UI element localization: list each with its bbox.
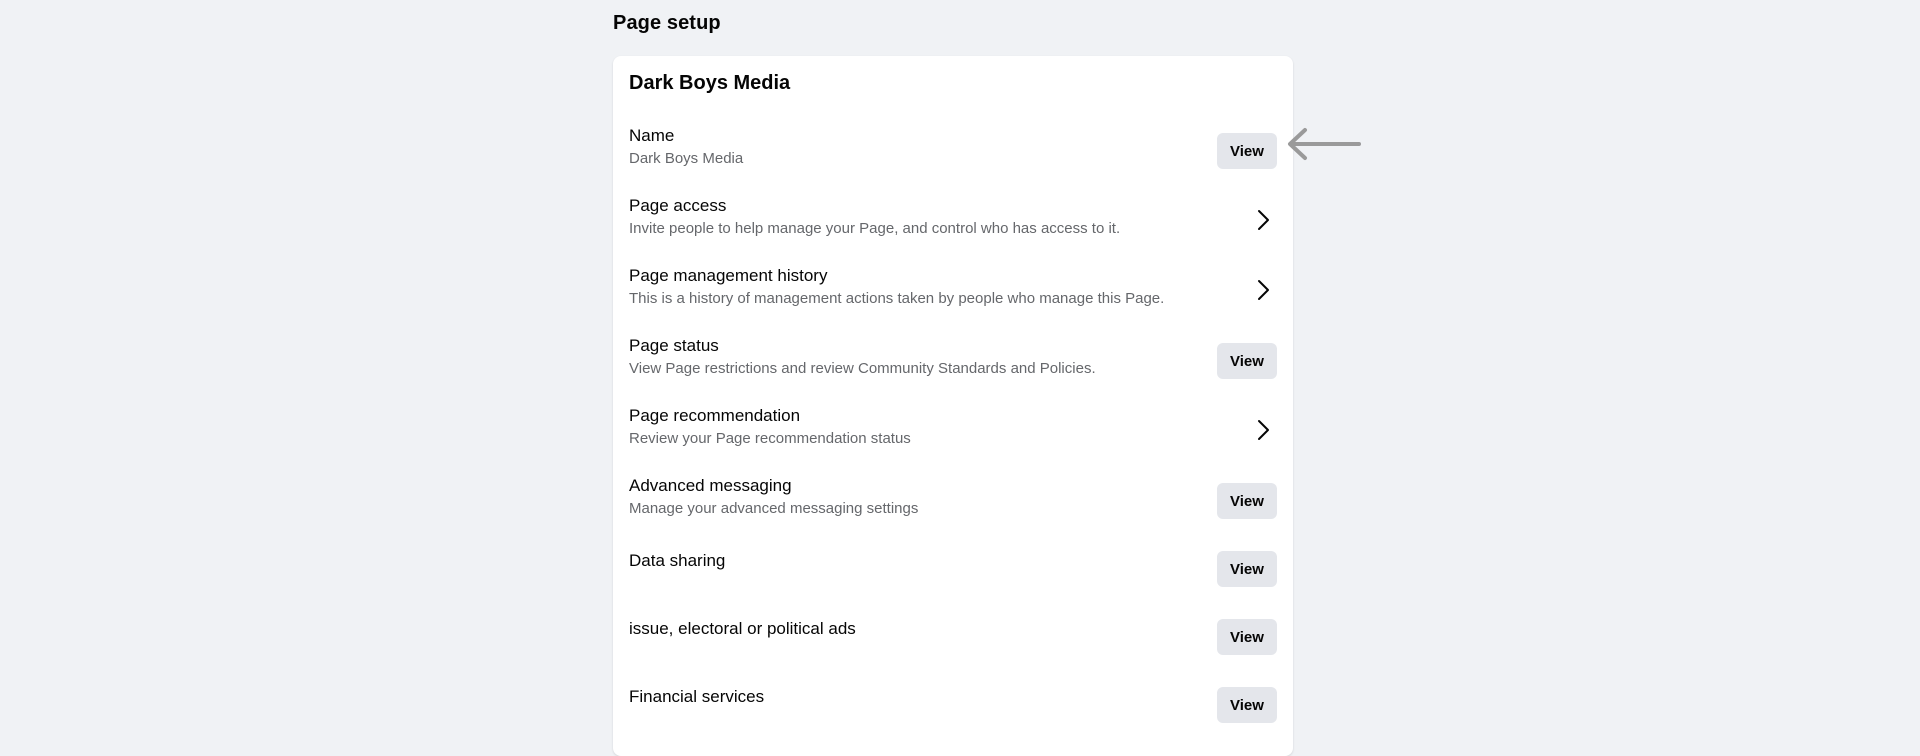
setting-label: issue, electoral or political ads [629,619,856,638]
setting-row-page-access[interactable]: Page access Invite people to help manage… [613,191,1293,253]
setting-row-political-ads: issue, electoral or political ads View [613,614,1293,676]
setting-description: Manage your advanced messaging settings [629,500,919,517]
setting-row-page-status: Page status View Page restrictions and r… [613,331,1293,393]
settings-card: Dark Boys Media Name Dark Boys Media Vie… [613,56,1293,756]
setting-label: Page management history [629,266,828,285]
setting-row-page-management-history[interactable]: Page management history This is a histor… [613,261,1293,323]
page-title: Page setup [613,12,721,34]
setting-label: Data sharing [629,551,726,570]
financial-services-view-button[interactable]: View [1217,687,1277,723]
setting-label: Financial services [629,687,765,706]
setting-label: Page status [629,336,719,355]
setting-label: Advanced messaging [629,476,792,495]
chevron-right-icon[interactable] [1251,208,1275,232]
setting-label: Page recommendation [629,406,801,425]
setting-row-page-recommendation[interactable]: Page recommendation Review your Page rec… [613,401,1293,463]
setting-description: Review your Page recommendation status [629,430,911,447]
chevron-right-icon[interactable] [1251,278,1275,302]
political-ads-view-button[interactable]: View [1217,619,1277,655]
chevron-right-icon[interactable] [1251,418,1275,442]
arrow-left-icon [1288,128,1361,160]
card-title: Dark Boys Media [629,72,791,94]
page-status-view-button[interactable]: View [1217,343,1277,379]
data-sharing-view-button[interactable]: View [1217,551,1277,587]
setting-label: Page access [629,196,727,215]
setting-description: Dark Boys Media [629,150,744,167]
setting-description: View Page restrictions and review Commun… [629,360,1096,377]
setting-description: This is a history of management actions … [629,290,1165,307]
setting-label: Name [629,126,675,145]
advanced-messaging-view-button[interactable]: View [1217,483,1277,519]
setting-description: Invite people to help manage your Page, … [629,220,1121,237]
setting-row-name: Name Dark Boys Media View [613,121,1293,183]
name-view-button[interactable]: View [1217,133,1277,169]
setting-row-financial-services: Financial services View [613,682,1293,744]
setting-row-advanced-messaging: Advanced messaging Manage your advanced … [613,471,1293,533]
setting-row-data-sharing: Data sharing View [613,546,1293,608]
